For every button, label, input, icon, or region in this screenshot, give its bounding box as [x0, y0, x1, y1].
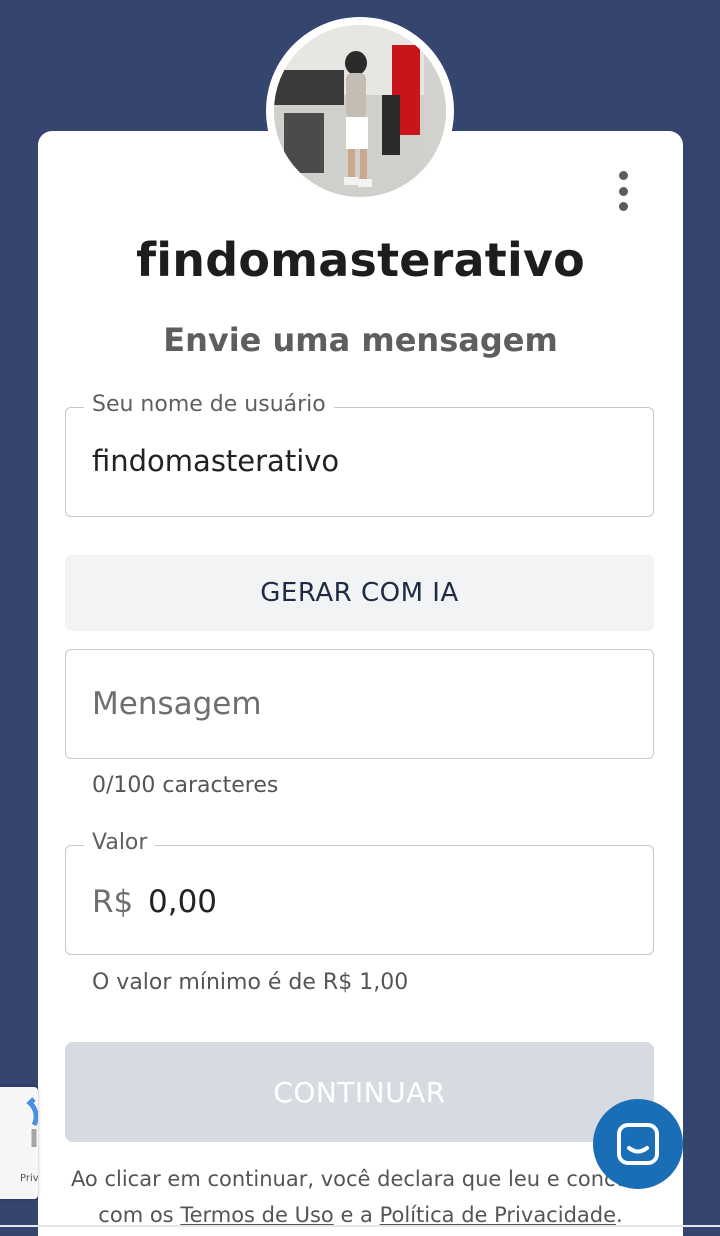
dot [618, 202, 628, 211]
value-field-label: Valor [84, 830, 156, 855]
username-field-value: findomasterativo [92, 444, 340, 478]
currency-prefix: R$ [92, 884, 134, 920]
privacy-link[interactable]: Política de Privacidade [380, 1203, 616, 1227]
message-placeholder: Mensagem [92, 686, 262, 722]
bottom-divider [0, 1225, 720, 1227]
amount-value: 0,00 [148, 884, 218, 920]
more-vertical-icon[interactable] [611, 171, 635, 211]
legal-with-text: com os [98, 1203, 174, 1227]
terms-link[interactable]: Termos de Uso [180, 1203, 333, 1227]
legal-line-2: com os Termos de Uso e a Política de Pri… [48, 1197, 673, 1233]
message-card: findomasterativo Envie uma mensagem Seu … [38, 131, 683, 1236]
recaptcha-icon [26, 1097, 38, 1147]
recaptcha-badge[interactable]: Priva [0, 1087, 38, 1199]
generate-with-ai-button[interactable]: GERAR COM IA [65, 555, 654, 631]
username-field-label: Seu nome de usuário [84, 392, 334, 417]
chat-bubble-icon [617, 1123, 659, 1165]
message-field[interactable]: Mensagem [65, 649, 654, 759]
legal-notice: Ao clicar em continuar, você declara que… [48, 1161, 673, 1233]
continue-button[interactable]: CONTINUAR [65, 1042, 654, 1142]
avatar-photo [274, 25, 446, 197]
avatar [266, 17, 454, 205]
dot [618, 186, 628, 196]
dot [618, 171, 628, 180]
legal-line-1: Ao clicar em continuar, você declara que… [70, 1167, 651, 1191]
recaptcha-text: Priva [20, 1173, 38, 1184]
character-counter: 0/100 caracteres [92, 773, 279, 798]
minimum-value-hint: O valor mínimo é de R$ 1,00 [92, 970, 409, 995]
page-subtitle: Envie uma mensagem [163, 321, 558, 359]
chat-icon[interactable] [593, 1099, 683, 1189]
value-field[interactable]: Valor R$ 0,00 [65, 830, 654, 955]
legal-period: . [616, 1203, 623, 1227]
legal-and-text: e a [340, 1203, 373, 1227]
username-field[interactable]: Seu nome de usuário findomasterativo [65, 392, 654, 517]
profile-username: findomasterativo [136, 233, 585, 287]
